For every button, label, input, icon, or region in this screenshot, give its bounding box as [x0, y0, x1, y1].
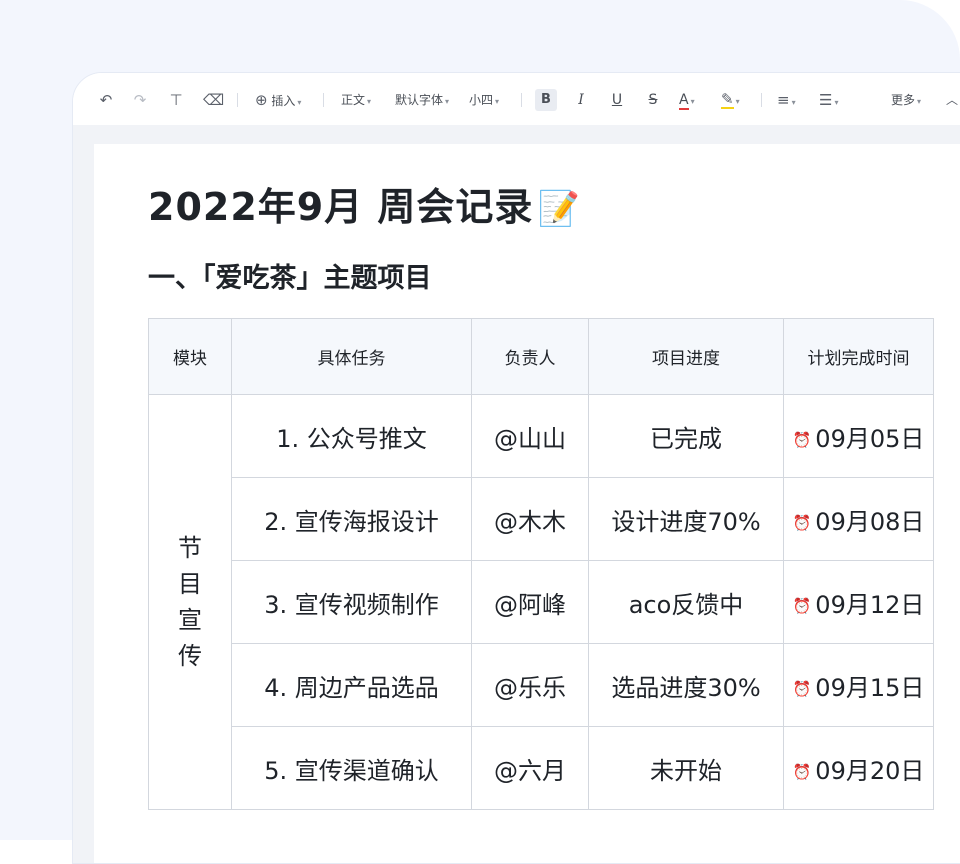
- undo-icon[interactable]: ↶: [97, 89, 115, 111]
- section-heading[interactable]: 一、「爱吃茶」主题项目: [148, 256, 432, 295]
- owner-mention[interactable]: @木木: [471, 477, 589, 561]
- table-row: 4. 周边产品选品 @乐乐 选品进度30% ⏰ 09月15日: [149, 643, 934, 727]
- strikethrough-button[interactable]: S: [645, 89, 661, 111]
- format-painter-icon[interactable]: ⊤: [167, 89, 185, 111]
- more-label: 更多: [891, 93, 916, 107]
- module-char: 宣: [178, 606, 202, 634]
- module-label: 节 目 宣 传: [176, 530, 204, 674]
- header-task[interactable]: 具体任务: [231, 318, 472, 395]
- font-size-label: 小四: [469, 93, 494, 107]
- memo-icon: 📝: [537, 189, 581, 229]
- toolbar-divider: [761, 93, 762, 107]
- header-due-date[interactable]: 计划完成时间: [783, 318, 934, 395]
- progress-cell[interactable]: aco反馈中: [588, 560, 784, 644]
- font-family-select[interactable]: 默认字体 ▾: [395, 89, 449, 111]
- progress-cell[interactable]: 设计进度70%: [588, 477, 784, 561]
- header-progress[interactable]: 项目进度: [588, 318, 784, 395]
- due-date-cell[interactable]: ⏰ 09月12日: [783, 560, 934, 644]
- table-row: 2. 宣传海报设计 @木木 设计进度70% ⏰ 09月08日: [149, 477, 934, 561]
- toolbar-divider: [323, 93, 324, 107]
- document-page[interactable]: 2022年9月 周会记录 📝 一、「爱吃茶」主题项目 模块 具体任务 负责人 项目…: [94, 144, 960, 863]
- task-cell[interactable]: 3. 宣传视频制作: [231, 560, 472, 644]
- font-size-select[interactable]: 小四 ▾: [469, 89, 499, 111]
- paragraph-style-label: 正文: [341, 93, 366, 107]
- highlighter-icon: ✎: [721, 90, 734, 109]
- collapse-icon[interactable]: ︿: [945, 89, 959, 111]
- due-date-cell[interactable]: ⏰ 09月05日: [783, 394, 934, 478]
- due-date-text: 09月20日: [815, 756, 925, 785]
- highlight-button[interactable]: ✎ ▾: [721, 89, 740, 111]
- editor-window: ↶ ↷ ⊤ ⌫ ⊕ 插入 ▾ 正文 ▾ 默认字体 ▾ 小四 ▾ B I U S A ▾ ✎…: [72, 72, 960, 864]
- task-cell[interactable]: 2. 宣传海报设计: [231, 477, 472, 561]
- owner-mention[interactable]: @乐乐: [471, 643, 589, 727]
- alarm-clock-icon: ⏰: [792, 762, 812, 781]
- align-icon: ≡: [777, 91, 790, 109]
- table-row: 节 目 宣 传 1. 公众号推文 @山山 已完成 ⏰ 09月05日: [148, 394, 934, 810]
- due-date-cell[interactable]: ⏰ 09月20日: [783, 726, 934, 810]
- align-button[interactable]: ≡ ▾: [777, 89, 796, 111]
- list-icon: ☰: [819, 91, 833, 109]
- task-cell[interactable]: 4. 周边产品选品: [231, 643, 472, 727]
- font-color-button[interactable]: A ▾: [679, 89, 695, 111]
- module-char: 传: [178, 642, 202, 670]
- task-cell[interactable]: 5. 宣传渠道确认: [231, 726, 472, 810]
- table-row: 5. 宣传渠道确认 @六月 未开始 ⏰ 09月20日: [149, 726, 934, 810]
- italic-button[interactable]: I: [573, 89, 589, 111]
- insert-button[interactable]: ⊕ 插入 ▾: [255, 89, 301, 111]
- owner-mention[interactable]: @六月: [471, 726, 589, 810]
- alarm-clock-icon: ⏰: [792, 596, 812, 615]
- due-date-text: 09月15日: [815, 673, 925, 702]
- redo-icon[interactable]: ↷: [131, 89, 149, 111]
- table-header-row: 模块 具体任务 负责人 项目进度 计划完成时间: [148, 318, 934, 395]
- due-date-text: 09月08日: [815, 507, 925, 536]
- due-date-cell[interactable]: ⏰ 09月08日: [783, 477, 934, 561]
- module-char: 目: [178, 570, 202, 598]
- list-button[interactable]: ☰ ▾: [819, 89, 838, 111]
- task-table: 模块 具体任务 负责人 项目进度 计划完成时间 节 目 宣 传 1. 公众号推文…: [148, 318, 934, 810]
- font-family-label: 默认字体: [395, 93, 444, 107]
- task-cell[interactable]: 1. 公众号推文: [231, 394, 472, 478]
- header-owner[interactable]: 负责人: [471, 318, 589, 395]
- font-color-label: A: [679, 92, 689, 110]
- eraser-icon[interactable]: ⌫: [203, 89, 224, 111]
- plus-circle-icon: ⊕: [255, 91, 268, 109]
- document-area: 2022年9月 周会记录 📝 一、「爱吃茶」主题项目 模块 具体任务 负责人 项目…: [73, 125, 960, 863]
- paragraph-style-select[interactable]: 正文 ▾: [341, 89, 371, 111]
- document-title-text: 2022年9月 周会记录: [148, 185, 534, 229]
- alarm-clock-icon: ⏰: [792, 430, 812, 449]
- owner-mention[interactable]: @山山: [471, 394, 589, 478]
- owner-mention[interactable]: @阿峰: [471, 560, 589, 644]
- bold-button[interactable]: B: [535, 89, 557, 111]
- alarm-clock-icon: ⏰: [792, 513, 812, 532]
- toolbar-divider: [237, 93, 238, 107]
- formatting-toolbar: ↶ ↷ ⊤ ⌫ ⊕ 插入 ▾ 正文 ▾ 默认字体 ▾ 小四 ▾ B I U S A ▾ ✎…: [73, 73, 960, 126]
- progress-cell[interactable]: 已完成: [588, 394, 784, 478]
- insert-label: 插入: [271, 94, 296, 108]
- document-title[interactable]: 2022年9月 周会记录 📝: [148, 176, 581, 231]
- module-cell[interactable]: 节 目 宣 传: [148, 394, 232, 810]
- due-date-cell[interactable]: ⏰ 09月15日: [783, 643, 934, 727]
- module-char: 节: [178, 534, 202, 562]
- underline-button[interactable]: U: [609, 89, 625, 111]
- header-module[interactable]: 模块: [148, 318, 232, 395]
- more-button[interactable]: 更多 ▾: [891, 89, 921, 111]
- due-date-text: 09月12日: [815, 590, 925, 619]
- alarm-clock-icon: ⏰: [792, 679, 812, 698]
- toolbar-divider: [521, 93, 522, 107]
- progress-cell[interactable]: 未开始: [588, 726, 784, 810]
- due-date-text: 09月05日: [815, 424, 925, 453]
- progress-cell[interactable]: 选品进度30%: [588, 643, 784, 727]
- table-row: 3. 宣传视频制作 @阿峰 aco反馈中 ⏰ 09月12日: [149, 560, 934, 644]
